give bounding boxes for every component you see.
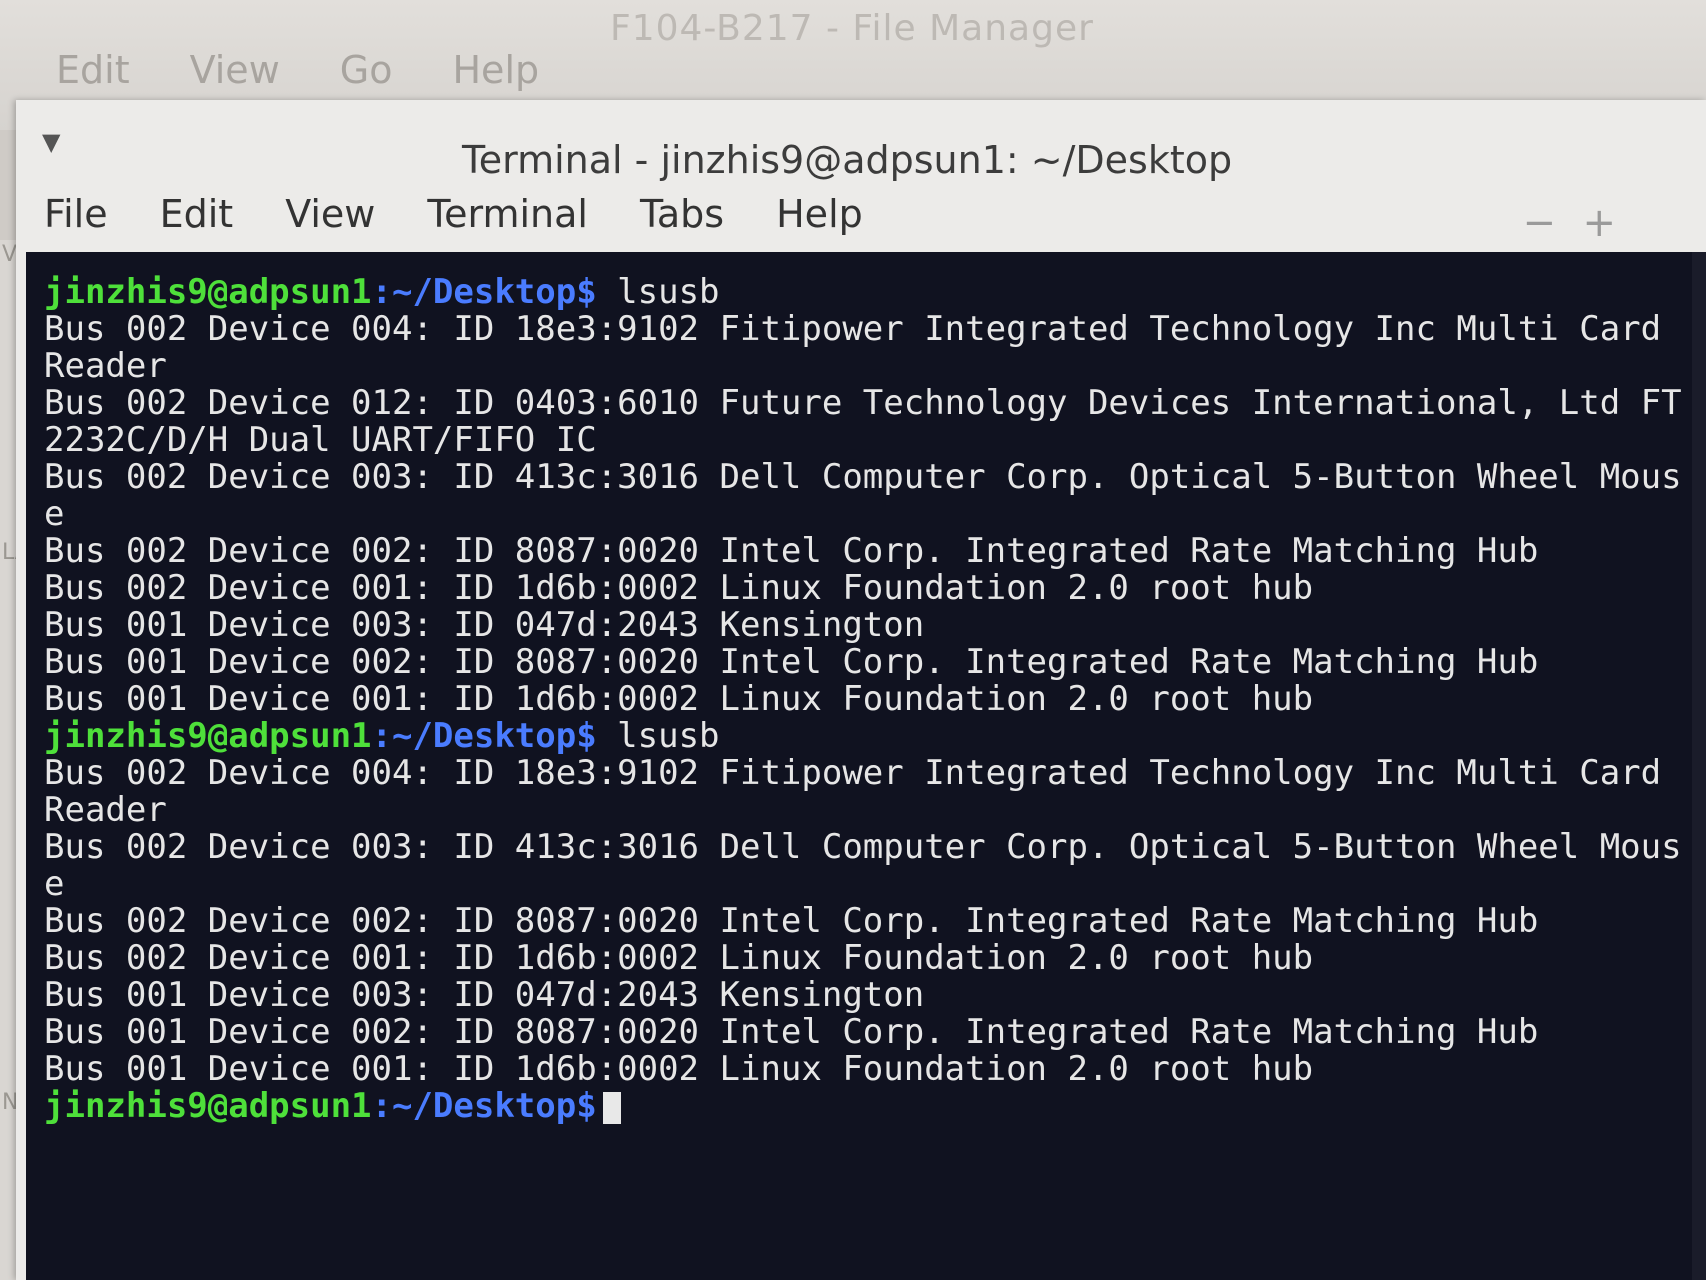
menu-terminal[interactable]: Terminal [427,192,588,236]
terminal-output: jinzhis9@adpsun1:~/Desktop$ lsusb Bus 002… [44,274,1682,1125]
terminal-output-line: Reader [44,790,167,830]
terminal-output-line: 2232C/D/H Dual UART/FIFO IC [44,420,597,460]
terminal-output-line: Bus 002 Device 004: ID 18e3:9102 Fitipow… [44,309,1662,349]
terminal-menubar: File Edit View Terminal Tabs Help [44,192,863,236]
terminal-output-line: Bus 001 Device 003: ID 047d:2043 Kensing… [44,975,925,1015]
terminal-output-line: Bus 001 Device 001: ID 1d6b:0002 Linux F… [44,679,1314,719]
prompt-path: :~/Desktop$ [371,272,597,312]
fm-menu-view[interactable]: View [190,48,280,92]
terminal-output-line: Bus 001 Device 001: ID 1d6b:0002 Linux F… [44,1049,1314,1089]
menu-view[interactable]: View [285,192,375,236]
terminal-prompt-line: jinzhis9@adpsun1:~/Desktop$ lsusb [44,274,1682,311]
terminal-output-line: Bus 001 Device 002: ID 8087:0020 Intel C… [44,1012,1539,1052]
maximize-icon[interactable]: + [1582,200,1616,246]
terminal-prompt-line: jinzhis9@adpsun1:~/Desktop$ [44,1088,1682,1125]
terminal-output-line: Bus 002 Device 003: ID 413c:3016 Dell Co… [44,457,1682,497]
prompt-user: jinzhis9@adpsun1 [44,1086,372,1126]
terminal-output-line: Reader [44,346,167,386]
terminal-output-line: Bus 002 Device 004: ID 18e3:9102 Fitipow… [44,753,1662,793]
menu-help[interactable]: Help [776,192,863,236]
fm-menu-go[interactable]: Go [340,48,393,92]
terminal-output-line: Bus 002 Device 003: ID 413c:3016 Dell Co… [44,827,1682,867]
file-manager-title: F104-B217 - File Manager [610,8,1094,49]
window-menu-icon[interactable]: ▼ [42,128,60,156]
terminal-output-line: Bus 002 Device 001: ID 1d6b:0002 Linux F… [44,568,1314,608]
prompt-user: jinzhis9@adpsun1 [44,272,372,312]
menu-tabs[interactable]: Tabs [640,192,724,236]
terminal-output-line: e [44,494,65,534]
terminal-output-line: Bus 002 Device 001: ID 1d6b:0002 Linux F… [44,938,1314,978]
prompt-path: :~/Desktop$ [371,716,597,756]
menu-edit[interactable]: Edit [160,192,234,236]
file-manager-menubar: Edit View Go Help [56,48,539,92]
minimize-icon[interactable]: − [1522,200,1556,246]
terminal-screen[interactable]: jinzhis9@adpsun1:~/Desktop$ lsusb Bus 002… [26,252,1706,1280]
terminal-title: Terminal - jinzhis9@adpsun1: ~/Desktop [462,138,1233,182]
terminal-output-line: Bus 001 Device 003: ID 047d:2043 Kensing… [44,605,925,645]
terminal-prompt-line: jinzhis9@adpsun1:~/Desktop$ lsusb [44,718,1682,755]
fm-menu-edit[interactable]: Edit [56,48,130,92]
terminal-scrollbar[interactable] [1692,252,1706,1280]
terminal-output-line: e [44,864,65,904]
terminal-output-line: Bus 002 Device 012: ID 0403:6010 Future … [44,383,1682,423]
terminal-output-line: Bus 001 Device 002: ID 8087:0020 Intel C… [44,642,1539,682]
prompt-path: :~/Desktop$ [371,1086,597,1126]
terminal-output-line: Bus 002 Device 002: ID 8087:0020 Intel C… [44,901,1539,941]
sidebar-label-v: V [2,242,18,267]
menu-file[interactable]: File [44,192,108,236]
prompt-command: lsusb [596,272,720,312]
cursor [602,1091,621,1124]
prompt-command: lsusb [596,716,720,756]
terminal-output-line: Bus 002 Device 002: ID 8087:0020 Intel C… [44,531,1539,571]
prompt-user: jinzhis9@adpsun1 [44,716,372,756]
terminal-titlebar[interactable]: ▼ Terminal - jinzhis9@adpsun1: ~/Desktop [16,100,1706,188]
terminal-window: ▼ Terminal - jinzhis9@adpsun1: ~/Desktop… [16,100,1706,1280]
fm-menu-help[interactable]: Help [452,48,539,92]
